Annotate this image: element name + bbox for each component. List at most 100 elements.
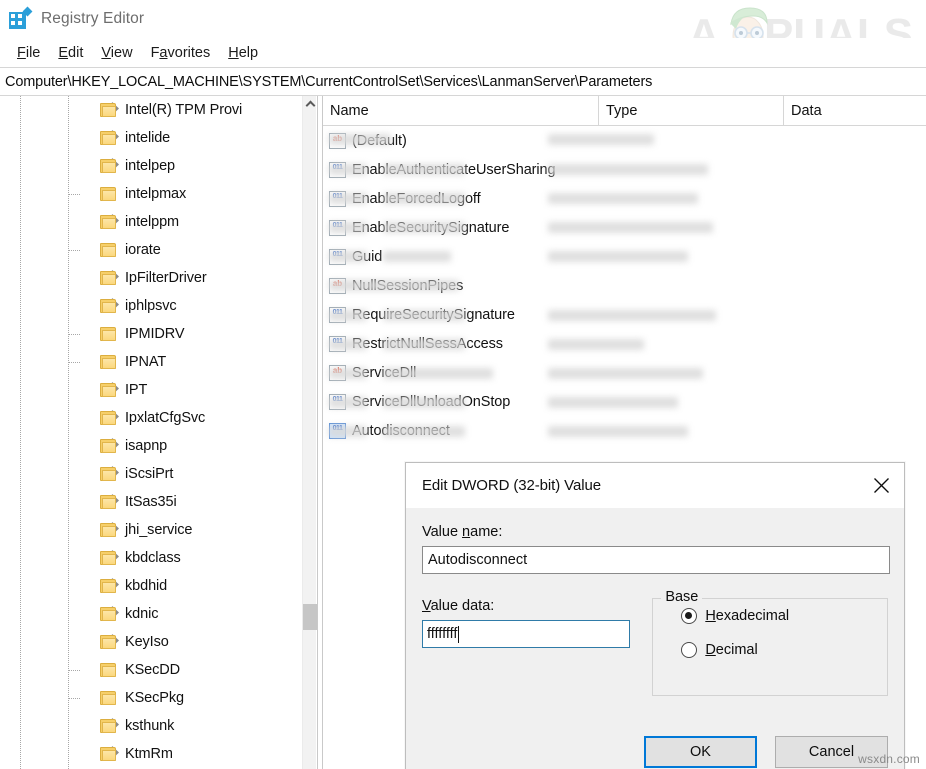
folder-icon (100, 299, 116, 313)
tree-connector (68, 194, 80, 195)
folder-icon (100, 691, 116, 705)
column-header-type[interactable]: Type (598, 96, 783, 126)
tree-scrollbar[interactable] (302, 96, 317, 769)
tree-item-label: isapnp (125, 437, 168, 454)
obscured-cell (329, 222, 367, 233)
folder-icon (100, 579, 116, 593)
obscured-cell (329, 339, 367, 350)
tree-item-ipxlatcfgsvc[interactable]: IpxlatCfgSvc (0, 404, 303, 432)
tree-item-intelpep[interactable]: intelpep (0, 152, 303, 180)
radio-hexadecimal[interactable]: Hexadecimal (681, 599, 887, 633)
menu-favorites[interactable]: Favorites (142, 43, 220, 63)
tree-item-label: iphlpsvc (125, 297, 177, 314)
tree-item-label: iorate (125, 241, 161, 258)
tree-connector (68, 250, 80, 251)
folder-icon (100, 719, 116, 733)
folder-icon (100, 607, 116, 621)
radio-decimal-indicator[interactable] (681, 642, 698, 658)
scroll-up-icon[interactable] (303, 96, 317, 113)
site-watermark: wsxdn.com (858, 752, 920, 766)
tree-item-intel-r-tpm-provi[interactable]: Intel(R) TPM Provi (0, 96, 303, 124)
tree-item-isapnp[interactable]: isapnp (0, 432, 303, 460)
ok-button[interactable]: OK (644, 736, 757, 768)
radio-decimal[interactable]: Decimal (681, 633, 887, 667)
column-header-name[interactable]: Name (323, 96, 598, 126)
value-data-label: Value data: (422, 598, 495, 614)
tree-item-iorate[interactable]: iorate (0, 236, 303, 264)
radio-hexadecimal-indicator[interactable] (681, 608, 698, 624)
tree-item-ksecpkg[interactable]: KSecPkg (0, 684, 303, 712)
obscured-cell (329, 280, 459, 291)
tree-item-kdnic[interactable]: kdnic (0, 600, 303, 628)
tree-item-ktmrm[interactable]: KtmRm (0, 740, 303, 768)
folder-icon (100, 495, 116, 509)
value-name-input[interactable]: Autodisconnect (422, 546, 890, 574)
obscured-cell (329, 397, 367, 408)
obscured-cell (383, 193, 465, 204)
obscured-cell (383, 222, 465, 233)
obscured-cell (548, 164, 708, 175)
tree-item-ipnat[interactable]: IPNAT (0, 348, 303, 376)
obscured-cell (383, 426, 465, 437)
tree-item-itsas35i[interactable]: ItSas35i (0, 488, 303, 516)
folder-icon (100, 383, 116, 397)
dialog-title: Edit DWORD (32-bit) Value (422, 477, 601, 494)
obscured-cell (548, 339, 644, 350)
menu-bar: File Edit View Favorites Help (0, 38, 926, 67)
address-bar[interactable]: Computer\HKEY_LOCAL_MACHINE\SYSTEM\Curre… (0, 67, 926, 96)
value-name-text: Autodisconnect (428, 552, 528, 568)
base-groupbox: Base Hexadecimal Decimal (652, 589, 888, 696)
obscured-cell (383, 310, 465, 321)
tree-item-intelide[interactable]: intelide (0, 124, 303, 152)
tree-item-label: ItSas35i (125, 493, 177, 510)
tree-item-keyiso[interactable]: KeyIso (0, 628, 303, 656)
title-bar: Registry Editor (0, 0, 926, 38)
tree-item-ksthunk[interactable]: ksthunk (0, 712, 303, 740)
tree-item-ipfilterdriver[interactable]: IpFilterDriver (0, 264, 303, 292)
obscured-cell (383, 251, 451, 262)
folder-icon (100, 243, 116, 257)
tree-item-iphlpsvc[interactable]: iphlpsvc (0, 292, 303, 320)
tree-item-ipmidrv[interactable]: IPMIDRV (0, 320, 303, 348)
tree-item-ipt[interactable]: IPT (0, 376, 303, 404)
tree-item-label: Intel(R) TPM Provi (125, 101, 243, 118)
tree-item-label: KeyIso (125, 633, 169, 650)
tree-item-kbdhid[interactable]: kbdhid (0, 572, 303, 600)
tree-connector (68, 670, 80, 671)
folder-icon (100, 663, 116, 677)
obscured-cell (329, 310, 367, 321)
obscured-cell (548, 193, 698, 204)
folder-icon (100, 271, 116, 285)
menu-view[interactable]: View (92, 43, 141, 63)
menu-file[interactable]: File (8, 43, 49, 63)
tree-item-label: ksthunk (125, 717, 175, 734)
menu-edit[interactable]: Edit (49, 43, 92, 63)
tree-item-label: KSecDD (125, 661, 180, 678)
value-data-text: ffffffff (427, 626, 458, 642)
tree-item-kbdclass[interactable]: kbdclass (0, 544, 303, 572)
value-data-input[interactable]: ffffffff (422, 620, 630, 648)
obscured-cell (383, 339, 465, 350)
tree-item-label: intelpmax (125, 185, 187, 202)
registry-tree[interactable]: Intel(R) TPM Provi intelide intelpep intelp… (0, 96, 303, 769)
registry-path: Computer\HKEY_LOCAL_MACHINE\SYSTEM\Curre… (5, 73, 653, 90)
tree-item-iscsiprt[interactable]: iScsiPrt (0, 460, 303, 488)
tree-item-intelppm[interactable]: intelppm (0, 208, 303, 236)
menu-help[interactable]: Help (219, 43, 267, 63)
folder-icon (100, 187, 116, 201)
tree-item-jhi-service[interactable]: jhi_service (0, 516, 303, 544)
tree-scrollbar-thumb[interactable] (303, 604, 317, 630)
tree-item-label: IpxlatCfgSvc (125, 409, 206, 426)
registry-editor-icon (9, 6, 33, 30)
column-header-data[interactable]: Data (783, 96, 926, 126)
obscured-cell (548, 426, 688, 437)
close-icon[interactable] (858, 463, 904, 508)
tree-item-intelpmax[interactable]: intelpmax (0, 180, 303, 208)
tree-item-ksecdd[interactable]: KSecDD (0, 656, 303, 684)
tree-item-label: IPT (125, 381, 148, 398)
tree-connector (68, 362, 80, 363)
obscured-cell (548, 397, 678, 408)
obscured-cell (329, 164, 367, 175)
registry-editor-window: Registry Editor A PUALS File Edit View F… (0, 0, 926, 769)
obscured-cell (383, 368, 493, 379)
